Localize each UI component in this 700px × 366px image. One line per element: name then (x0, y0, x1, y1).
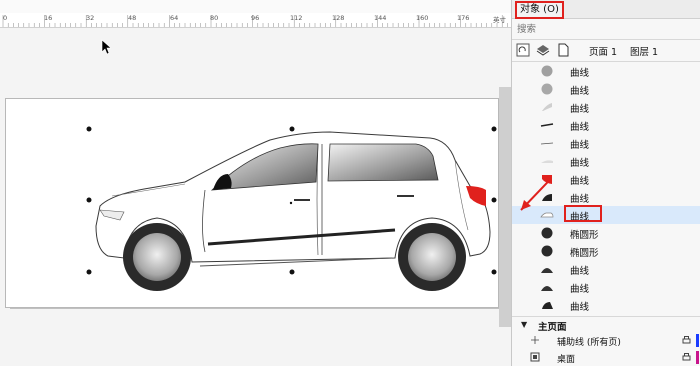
gray-circle-icon (541, 83, 553, 95)
list-item[interactable]: 椭圆形 (512, 242, 700, 260)
layer-color-swatch (696, 351, 699, 364)
panel-toolbar: 页面 1 图层 1 (512, 39, 700, 62)
layer-label[interactable]: 图层 1 (630, 44, 658, 58)
list-item[interactable]: 曲线 (512, 80, 700, 98)
list-item[interactable]: 曲线 (512, 296, 700, 314)
page-label[interactable]: 页面 1 (589, 44, 617, 58)
front-hub (133, 233, 181, 281)
mouse-pointer-icon (101, 39, 111, 55)
list-item-label: 椭圆形 (570, 230, 599, 241)
list-item-label: 曲线 (570, 176, 590, 187)
list-item[interactable]: 椭圆形 (512, 224, 700, 242)
dark-dome-icon (541, 286, 553, 291)
list-item-label: 曲线 (570, 140, 590, 151)
list-item[interactable]: 曲线 (512, 98, 700, 116)
list-item[interactable]: 曲线 (512, 116, 700, 134)
collapse-caret-icon[interactable]: ▼ (521, 320, 527, 329)
desktop-icon (530, 352, 540, 362)
list-item-label: 曲线 (570, 158, 590, 169)
search-input[interactable] (515, 21, 699, 37)
refresh-icon[interactable] (516, 43, 530, 57)
list-item-label: 曲线 (570, 104, 590, 115)
list-item-label: 椭圆形 (570, 248, 599, 259)
printer-icon[interactable] (682, 353, 691, 361)
arrow-annotation-icon (520, 176, 552, 211)
guideline-icon (531, 336, 539, 344)
dark-dome-icon (541, 268, 553, 273)
gray-circle-icon (541, 65, 553, 77)
layer-label: 桌面 (557, 355, 576, 365)
list-item-label: 曲线 (570, 284, 590, 295)
list-item[interactable]: 曲线 (512, 62, 700, 80)
list-item[interactable]: 曲线 (512, 134, 700, 152)
guideline-layer-row[interactable]: 辅助线 (所有页) (512, 333, 700, 349)
layer-label: 辅助线 (所有页) (557, 338, 621, 348)
list-item-label: 曲线 (570, 302, 590, 313)
panel-title-bar: 对象 (O) (512, 0, 700, 19)
rear-hub (408, 233, 456, 281)
objects-panel: 对象 (O) 页面 1 图层 1 曲线 曲线 曲线 曲线 (511, 0, 700, 366)
list-item-label: 曲线 (570, 122, 590, 133)
layer-color-swatch (696, 334, 699, 347)
list-item-label: 曲线 (570, 68, 590, 79)
thin-line-icon (540, 142, 554, 145)
light-curve-icon (542, 103, 552, 111)
desktop-layer-row[interactable]: 桌面 (512, 350, 700, 366)
list-item-label: 曲线 (570, 194, 590, 205)
page-icon[interactable] (556, 43, 570, 57)
master-page-section[interactable]: ▼ 主页面 (512, 316, 700, 333)
list-item-label: 曲线 (570, 266, 590, 277)
printer-icon[interactable] (682, 336, 691, 344)
list-item[interactable]: 曲线 (512, 260, 700, 278)
layers-icon[interactable] (536, 43, 550, 57)
black-ellipse-icon (541, 245, 553, 257)
selection-highlight-box (564, 205, 602, 222)
list-item-label: 曲线 (570, 86, 590, 97)
dark-wedge-icon (542, 302, 553, 309)
black-ellipse-icon (541, 227, 553, 239)
list-item[interactable]: 曲线 (512, 278, 700, 296)
rear-window (327, 143, 439, 182)
dark-line-icon (540, 123, 554, 127)
section-label: 主页面 (538, 322, 567, 333)
panel-title[interactable]: 对象 (O) (515, 1, 564, 19)
